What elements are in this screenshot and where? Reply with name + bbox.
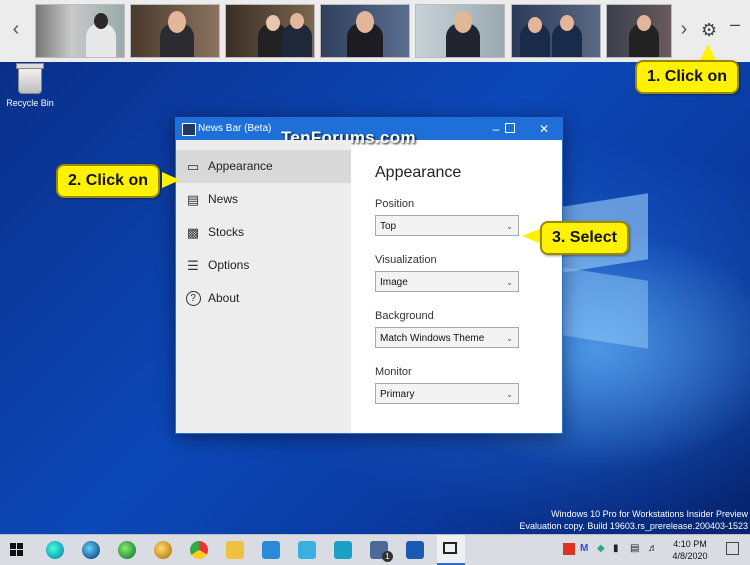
taskbar: 1 M ◆ ▮ ▤ ♬ 4:10 PM 4/8/2020	[0, 534, 750, 565]
file-explorer-icon[interactable]	[226, 541, 244, 559]
nav-item-label: Options	[208, 258, 250, 272]
monitor-icon: ▭	[186, 159, 200, 174]
nav-item-stocks[interactable]: ▩ Stocks	[176, 216, 351, 249]
callout-step-2: 2. Click on	[56, 164, 161, 198]
callout-step-3: 3. Select	[540, 221, 629, 255]
nav-item-label: About	[208, 291, 240, 305]
maximize-button[interactable]	[496, 120, 524, 138]
window-title: News Bar (Beta)	[198, 123, 272, 134]
sliders-icon: ☰	[187, 258, 199, 273]
newspaper-icon: ▤	[186, 192, 200, 207]
background-select[interactable]: Match Windows Theme ⌄	[375, 327, 519, 348]
callout-tail	[700, 44, 716, 60]
tray-app-icon[interactable]	[563, 543, 575, 555]
battery-icon[interactable]: ▮	[613, 543, 619, 554]
store-icon[interactable]	[334, 541, 352, 559]
app-icon	[182, 123, 196, 136]
clock-time: 4:10 PM	[673, 539, 707, 549]
volume-icon[interactable]: ♬	[648, 543, 658, 554]
recycle-bin-icon	[16, 63, 44, 94]
background-value: Match Windows Theme	[380, 333, 485, 344]
edge-canary-icon[interactable]	[154, 541, 172, 559]
chevron-right-icon[interactable]: ›	[674, 18, 694, 41]
monitor-value: Primary	[380, 389, 415, 400]
network-icon[interactable]: ▤	[630, 543, 639, 554]
position-value: Top	[380, 221, 397, 232]
chevron-down-icon: ⌄	[506, 278, 513, 287]
edge-dev-icon[interactable]	[118, 541, 136, 559]
news-thumbnail-5[interactable]	[415, 4, 505, 58]
tray-security-icon[interactable]: ◆	[597, 543, 605, 554]
news-bar-app-icon	[443, 542, 457, 554]
evaluation-line-1: Windows 10 Pro for Workstations Insider …	[551, 509, 748, 519]
monitor-label: Monitor	[375, 366, 412, 378]
position-select[interactable]: Top ⌄	[375, 215, 519, 236]
news-thumbnail-2[interactable]	[130, 4, 220, 58]
chevron-left-icon[interactable]: ‹	[6, 18, 26, 41]
news-bar-taskbar-button[interactable]	[437, 535, 465, 565]
notification-badge: 1	[382, 551, 393, 562]
news-thumbnail-7[interactable]	[606, 4, 672, 58]
callout-tail	[522, 228, 542, 244]
clock-date: 4/8/2020	[672, 551, 708, 561]
gear-icon[interactable]: ⚙	[701, 20, 717, 41]
settings-content: Appearance Position Top ⌄ Visualization …	[351, 140, 562, 433]
windows-logo-pane	[562, 267, 648, 349]
tray-malwarebytes-icon[interactable]: M	[580, 543, 588, 554]
nav-item-label: News	[208, 192, 239, 206]
page-title: Appearance	[375, 164, 462, 181]
nav-item-label: Appearance	[208, 159, 273, 173]
edge-beta-icon[interactable]	[82, 541, 100, 559]
settings-sidebar: ▭ Appearance ▤ News ▩ Stocks ☰ Options ?…	[176, 140, 351, 433]
news-bar-settings-window: News Bar (Beta) TenForums.com – ✕ ▭ Appe…	[175, 117, 563, 434]
recycle-bin[interactable]: Recycle Bin	[6, 63, 54, 108]
notifications-icon[interactable]	[726, 542, 739, 555]
background-label: Background	[375, 310, 434, 322]
nav-item-news[interactable]: ▤ News	[176, 183, 351, 216]
recycle-bin-label: Recycle Bin	[6, 98, 54, 108]
close-button[interactable]: ✕	[530, 120, 558, 138]
clock[interactable]: 4:10 PM 4/8/2020	[668, 538, 712, 562]
news-thumbnail-4[interactable]	[320, 4, 410, 58]
title-bar[interactable]: News Bar (Beta) TenForums.com – ✕	[176, 118, 562, 147]
question-icon: ?	[184, 282, 202, 315]
nav-item-appearance[interactable]: ▭ Appearance	[176, 150, 351, 183]
chevron-down-icon: ⌄	[506, 390, 513, 399]
settings-app-icon[interactable]	[262, 541, 280, 559]
nav-item-label: Stocks	[208, 225, 245, 239]
photos-icon[interactable]	[298, 541, 316, 559]
visualization-label: Visualization	[375, 254, 437, 266]
callout-tail	[162, 172, 180, 188]
news-bar: ‹ › ⚙ –	[0, 0, 750, 63]
position-label: Position	[375, 198, 415, 210]
visualization-value: Image	[380, 277, 408, 288]
windows-start-icon[interactable]	[10, 543, 24, 557]
edge-icon[interactable]	[46, 541, 64, 559]
chevron-down-icon: ⌄	[506, 222, 513, 231]
news-thumbnail-6[interactable]	[511, 4, 601, 58]
news-thumbnail-1[interactable]	[35, 4, 125, 58]
evaluation-line-2: Evaluation copy. Build 19603.rs_prerelea…	[519, 521, 749, 531]
evaluation-watermark: Windows 10 Pro for Workstations Insider …	[520, 508, 749, 532]
outlook-icon[interactable]	[406, 541, 424, 559]
chrome-icon[interactable]	[190, 541, 208, 559]
nav-item-about[interactable]: ? About	[176, 282, 351, 315]
visualization-select[interactable]: Image ⌄	[375, 271, 519, 292]
nav-item-options[interactable]: ☰ Options	[176, 249, 351, 282]
chart-icon: ▩	[186, 225, 200, 240]
news-thumbnail-3[interactable]	[225, 4, 315, 58]
minimize-icon[interactable]: –	[730, 14, 740, 35]
chevron-down-icon: ⌄	[506, 334, 513, 343]
monitor-select[interactable]: Primary ⌄	[375, 383, 519, 404]
callout-step-1: 1. Click on	[635, 60, 740, 94]
